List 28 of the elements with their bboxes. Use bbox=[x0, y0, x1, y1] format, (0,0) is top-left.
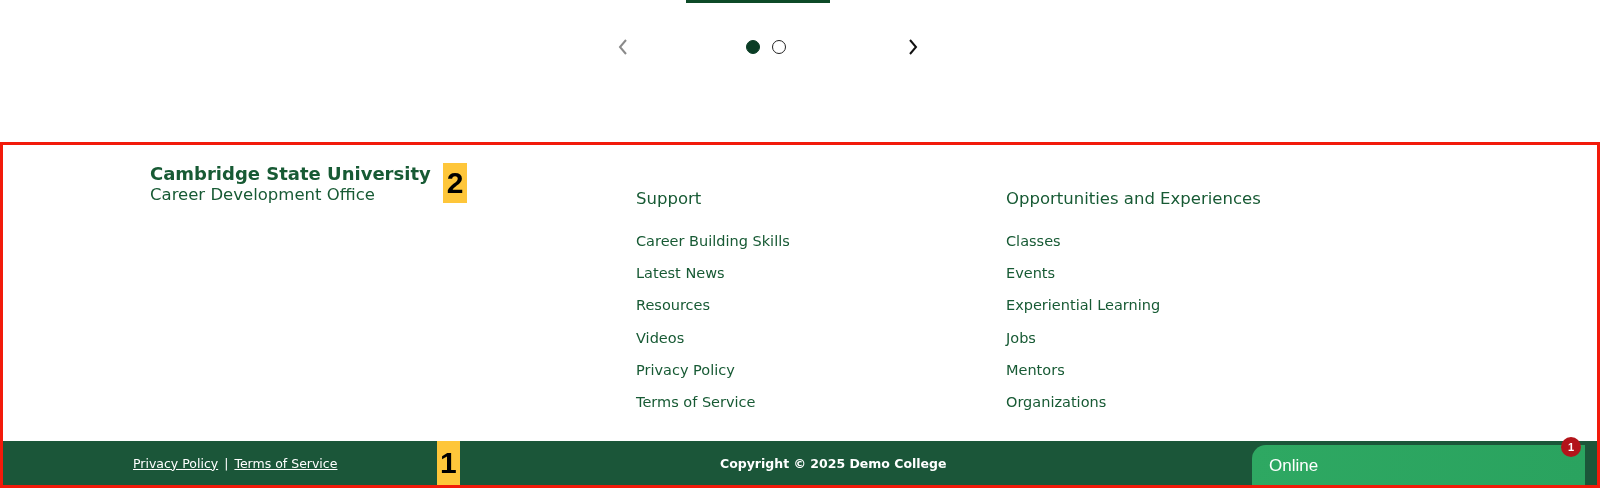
footer-link[interactable]: Terms of Service bbox=[234, 455, 338, 471]
copyright-text: Copyright © 2025 Demo College bbox=[720, 455, 947, 471]
footer-link[interactable]: Career Building Skills bbox=[636, 225, 790, 258]
footer-link[interactable]: Videos bbox=[636, 321, 685, 354]
next-button[interactable] bbox=[908, 39, 918, 55]
footer-link[interactable]: Events bbox=[1006, 257, 1056, 290]
carousel-dot[interactable] bbox=[772, 40, 786, 54]
office-name: Career Development Office bbox=[150, 185, 376, 205]
footer-link[interactable]: Jobs bbox=[1006, 321, 1036, 354]
column-heading: Opportunities and Experiences bbox=[1006, 188, 1262, 210]
carousel-dot[interactable] bbox=[746, 40, 760, 54]
annotation-marker: 2 bbox=[442, 163, 468, 203]
university-name: Cambridge State University bbox=[150, 163, 431, 185]
footer-link[interactable]: Privacy Policy bbox=[636, 353, 735, 386]
footer-link[interactable]: Latest News bbox=[636, 257, 725, 290]
footer-link[interactable]: Privacy Policy bbox=[133, 455, 219, 471]
footer-link[interactable]: Classes bbox=[1006, 225, 1061, 258]
footer-link[interactable]: Resources bbox=[636, 289, 711, 322]
chevron-left-icon bbox=[618, 39, 628, 55]
footer-link[interactable]: Organizations bbox=[1006, 386, 1107, 419]
footer-link[interactable]: Terms of Service bbox=[636, 386, 756, 419]
annotation-marker: 1 bbox=[437, 441, 460, 485]
footer-link[interactable]: Mentors bbox=[1006, 353, 1065, 386]
chevron-right-icon bbox=[908, 39, 918, 55]
footer-link[interactable]: Experiential Learning bbox=[1006, 289, 1161, 322]
separator: | bbox=[224, 455, 229, 471]
notification-badge: 1 bbox=[1561, 437, 1581, 457]
column-heading: Support bbox=[636, 188, 703, 210]
